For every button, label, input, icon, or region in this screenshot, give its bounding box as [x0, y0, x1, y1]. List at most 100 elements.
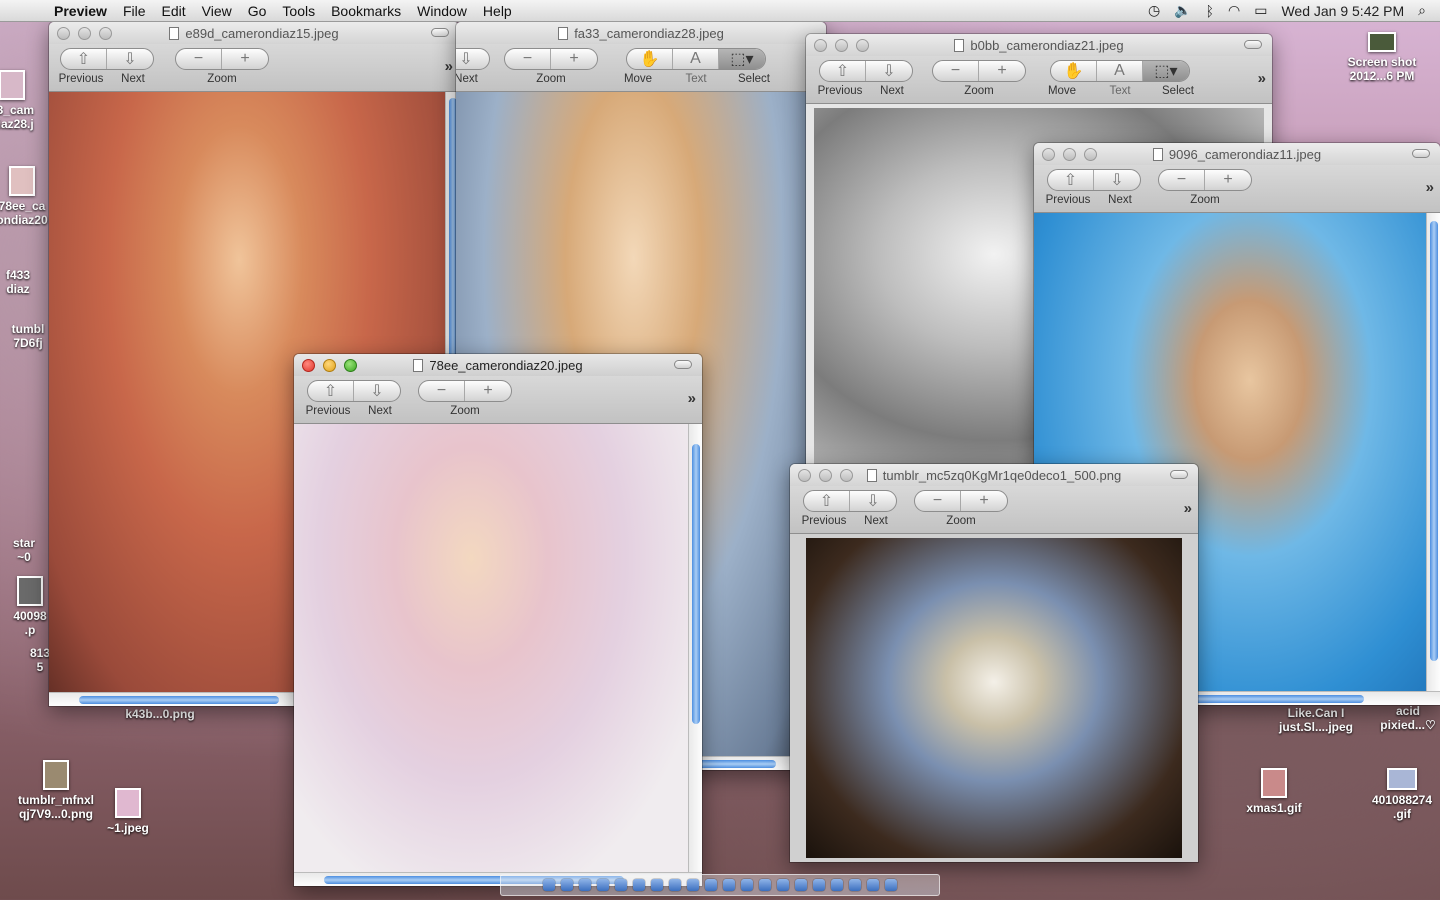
image-canvas[interactable]: [790, 534, 1198, 862]
zoom-window-button[interactable]: [99, 27, 112, 40]
menu-help[interactable]: Help: [475, 3, 520, 19]
zoom-window-button[interactable]: [840, 469, 853, 482]
dock-app-icon[interactable]: [885, 879, 897, 891]
minimize-button[interactable]: [1063, 148, 1076, 161]
scroll-knob[interactable]: [692, 444, 700, 724]
dock-app-icon[interactable]: [579, 879, 591, 891]
menu-view[interactable]: View: [194, 3, 240, 19]
bluetooth-icon[interactable]: ᛒ: [1206, 3, 1214, 19]
next-arrow-icon[interactable]: ⇩: [107, 49, 153, 69]
dock-app-icon[interactable]: [759, 879, 771, 891]
select-marquee-icon[interactable]: ⬚▾: [1143, 61, 1189, 81]
zoom-window-button[interactable]: [1084, 148, 1097, 161]
next-arrow-icon[interactable]: ⇩: [1094, 170, 1140, 190]
desktop-icon-k43b[interactable]: k43b...0.png: [112, 707, 208, 721]
dock-app-icon[interactable]: [813, 879, 825, 891]
close-button[interactable]: [302, 359, 315, 372]
window-titlebar[interactable]: b0bb_camerondiaz21.jpeg: [806, 34, 1272, 56]
toolbar-overflow-chevron-icon[interactable]: »: [1258, 70, 1266, 87]
dock-app-icon[interactable]: [741, 879, 753, 891]
desktop-icon-xmas[interactable]: xmas1.gif: [1226, 768, 1322, 815]
toolbar-overflow-chevron-icon[interactable]: »: [445, 58, 453, 75]
toolbar-toggle-button[interactable]: [431, 28, 449, 37]
zoom-out-icon[interactable]: −: [419, 381, 465, 401]
desktop-icon-screenshot[interactable]: Screen shot 2012...6 PM: [1334, 32, 1430, 83]
scroll-knob[interactable]: [1430, 221, 1438, 661]
close-button[interactable]: [814, 39, 827, 52]
minimize-button[interactable]: [323, 359, 336, 372]
dock-app-icon[interactable]: [831, 879, 843, 891]
dock-app-icon[interactable]: [867, 879, 879, 891]
dock-app-icon[interactable]: [723, 879, 735, 891]
image-canvas[interactable]: [294, 424, 702, 886]
previous-arrow-icon[interactable]: ⇧: [1048, 170, 1094, 190]
previous-arrow-icon[interactable]: ⇧: [820, 61, 866, 81]
wifi-icon[interactable]: ◠: [1228, 2, 1240, 19]
menu-bookmarks[interactable]: Bookmarks: [323, 3, 409, 19]
window-titlebar[interactable]: 9096_camerondiaz11.jpeg: [1034, 143, 1440, 165]
toolbar-overflow-chevron-icon[interactable]: »: [1184, 500, 1192, 517]
menu-window[interactable]: Window: [409, 3, 475, 19]
previous-arrow-icon[interactable]: ⇧: [308, 381, 354, 401]
zoom-out-icon[interactable]: −: [1159, 170, 1205, 190]
zoom-in-icon[interactable]: +: [222, 49, 268, 69]
minimize-button[interactable]: [78, 27, 91, 40]
menu-tools[interactable]: Tools: [274, 3, 323, 19]
menu-go[interactable]: Go: [240, 3, 275, 19]
dock-app-icon[interactable]: [795, 879, 807, 891]
dock-app-icon[interactable]: [777, 879, 789, 891]
preview-window-78ee[interactable]: 78ee_camerondiaz20.jpeg ⇧ ⇩ Previous Nex…: [294, 354, 702, 886]
spotlight-search-icon[interactable]: ⌕: [1418, 2, 1426, 19]
move-hand-icon[interactable]: ✋: [627, 49, 673, 69]
zoom-in-icon[interactable]: +: [961, 491, 1007, 511]
next-arrow-icon[interactable]: ⇩: [354, 381, 400, 401]
window-titlebar[interactable]: tumblr_mc5zq0KgMr1qe0deco1_500.png: [790, 464, 1198, 486]
select-marquee-icon[interactable]: ⬚▾: [719, 49, 765, 69]
menu-app-preview[interactable]: Preview: [44, 3, 115, 19]
dock-app-icon[interactable]: [705, 879, 717, 891]
text-tool-icon[interactable]: A: [673, 49, 719, 69]
toolbar-toggle-button[interactable]: [1244, 40, 1262, 49]
previous-arrow-icon[interactable]: ⇧: [61, 49, 107, 69]
dock-app-icon[interactable]: [597, 879, 609, 891]
window-titlebar[interactable]: fa33_camerondiaz28.jpeg: [456, 22, 826, 44]
dock-app-icon[interactable]: [615, 879, 627, 891]
close-button[interactable]: [57, 27, 70, 40]
battery-icon[interactable]: ▭: [1254, 2, 1267, 19]
dock-app-icon[interactable]: [669, 879, 681, 891]
zoom-in-icon[interactable]: +: [551, 49, 597, 69]
vertical-scrollbar[interactable]: [688, 424, 702, 886]
dock-app-icon[interactable]: [561, 879, 573, 891]
text-tool-icon[interactable]: A: [1097, 61, 1143, 81]
zoom-window-button[interactable]: [856, 39, 869, 52]
toolbar-toggle-button[interactable]: [1412, 149, 1430, 158]
vertical-scrollbar[interactable]: [1426, 213, 1440, 705]
zoom-in-icon[interactable]: +: [979, 61, 1025, 81]
zoom-in-icon[interactable]: +: [465, 381, 511, 401]
scroll-knob[interactable]: [696, 760, 776, 768]
next-arrow-icon[interactable]: ⇩: [866, 61, 912, 81]
dock-app-icon[interactable]: [849, 879, 861, 891]
dock-app-icon[interactable]: [633, 879, 645, 891]
previous-arrow-icon[interactable]: ⇧: [804, 491, 850, 511]
desktop-icon-jpeg1[interactable]: ~1.jpeg: [80, 788, 176, 835]
minimize-button[interactable]: [835, 39, 848, 52]
next-arrow-icon[interactable]: ⇩: [850, 491, 896, 511]
toolbar-overflow-chevron-icon[interactable]: »: [1426, 179, 1434, 196]
zoom-out-icon[interactable]: −: [933, 61, 979, 81]
menubar-clock[interactable]: Wed Jan 9 5:42 PM: [1281, 3, 1404, 19]
volume-icon[interactable]: 🔈: [1174, 2, 1191, 19]
close-button[interactable]: [798, 469, 811, 482]
minimize-button[interactable]: [819, 469, 832, 482]
zoom-window-button[interactable]: [344, 359, 357, 372]
dock-app-icon[interactable]: [651, 879, 663, 891]
toolbar-overflow-chevron-icon[interactable]: »: [688, 390, 696, 407]
toolbar-toggle-button[interactable]: [1170, 470, 1188, 479]
time-machine-icon[interactable]: ◷: [1148, 2, 1160, 19]
menu-file[interactable]: File: [115, 3, 154, 19]
window-titlebar[interactable]: e89d_camerondiaz15.jpeg: [49, 22, 459, 44]
desktop-icon-pixied[interactable]: acid pixied...♡: [1360, 704, 1440, 732]
desktop-icon-401088274[interactable]: 401088274 .gif: [1354, 768, 1440, 821]
zoom-out-icon[interactable]: −: [915, 491, 961, 511]
desktop-icon-likecan[interactable]: Like.Can I just.Sl....jpeg: [1268, 706, 1364, 734]
